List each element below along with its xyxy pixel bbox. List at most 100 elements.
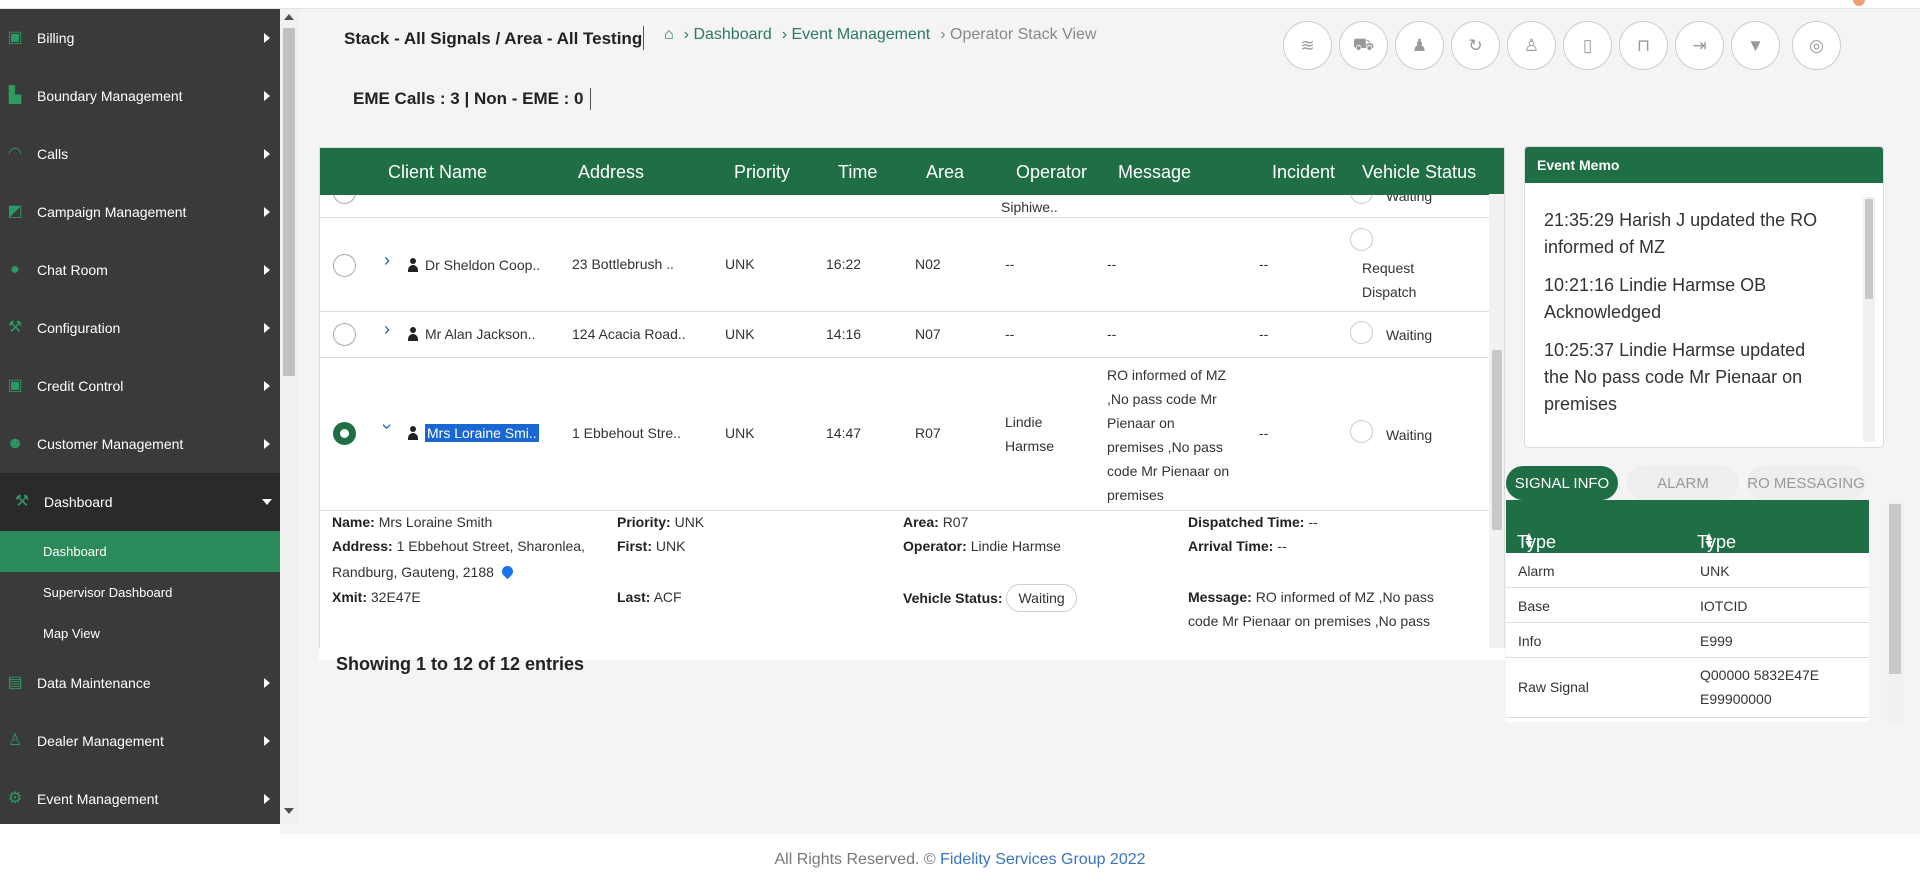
cell-address: 124 Acacia Road..	[572, 326, 686, 342]
sidebar-item-boundary-management[interactable]: ▙ Boundary Management	[0, 67, 280, 125]
filter-icon[interactable]: ▼	[1731, 21, 1780, 70]
sidebar-subitem-dashboard[interactable]: Dashboard	[0, 531, 280, 572]
detail-last: Last: ACF	[617, 589, 682, 605]
car-icon[interactable]: ⛟	[1339, 21, 1388, 70]
billing-icon: ▣	[7, 29, 23, 46]
tab-ro-messaging[interactable]: RO MESSAGING	[1746, 466, 1866, 500]
cell-operator: --	[1005, 326, 1015, 342]
col-area[interactable]: Area	[926, 162, 964, 183]
cell-priority: UNK	[725, 326, 755, 342]
cell-message: code Mr Pienaar on	[1107, 463, 1230, 479]
sidebar-scrollbar-thumb[interactable]	[283, 28, 295, 376]
detail-first: First: UNK	[617, 538, 686, 554]
sidebar-item-event-management[interactable]: ⚙ Event Management	[0, 770, 280, 824]
col-client-name[interactable]: Client Name	[388, 162, 487, 183]
lock-icon[interactable]: ⊓	[1619, 21, 1668, 70]
stack-icon[interactable]: ≋	[1283, 21, 1332, 70]
col-time[interactable]: Time	[838, 162, 877, 183]
sort-icon[interactable]: ▲ ▼	[1523, 530, 1535, 550]
refresh-icon[interactable]: ↻	[1451, 21, 1500, 70]
chevron-right-icon[interactable]: ›	[384, 319, 390, 340]
sidebar-item-campaign-management[interactable]: ◩ Campaign Management	[0, 183, 280, 241]
row-radio[interactable]	[333, 323, 356, 346]
col-vehicle-status[interactable]: Vehicle Status	[1362, 162, 1476, 183]
contact-icon[interactable]: ▯	[1563, 21, 1612, 70]
col-operator[interactable]: Operator	[1016, 162, 1087, 183]
operator-icon[interactable]: ♟	[1395, 21, 1444, 70]
footer-link[interactable]: Fidelity Services Group 2022	[940, 851, 1145, 868]
call-counts: EME Calls : 3 | Non - EME : 0	[353, 89, 584, 108]
detail-address-2: Randburg, Gauteng, 2188	[332, 560, 516, 584]
toolbar: ≋ ⛟ ♟ ↻ ♙ ▯ ⊓ ⇥ ▼ ◎	[1283, 21, 1848, 70]
sidebar-item-credit-control[interactable]: ▣ Credit Control	[0, 357, 280, 415]
table-row[interactable]: Siphiwe.. Waiting	[320, 195, 1490, 218]
memo-entry: 10:25:37 Lindie Harmse updated the No pas…	[1544, 340, 1806, 414]
sidebar-subitem-supervisor-dashboard[interactable]: Supervisor Dashboard	[0, 572, 280, 613]
cell-client: Mrs Loraine Smi..	[425, 424, 539, 442]
campaign-icon: ◩	[7, 203, 23, 220]
user-icon: ♙	[7, 732, 23, 749]
user-lock-icon[interactable]: ♙	[1507, 21, 1556, 70]
sidebar-item-chat-room[interactable]: ● Chat Room	[0, 241, 280, 299]
cell-message: --	[1107, 326, 1117, 342]
row-radio[interactable]	[333, 254, 356, 277]
person-icon	[407, 258, 419, 272]
sidebar-subitem-map-view[interactable]: Map View	[0, 613, 280, 654]
sidebar-item-configuration[interactable]: ⚒ Configuration	[0, 299, 280, 357]
breadcrumb: ⌂ › Dashboard › Event Management › Opera…	[664, 26, 1096, 44]
wrench-icon: ⚒	[7, 319, 23, 336]
row-radio-selected[interactable]	[333, 422, 356, 445]
chevron-right-icon[interactable]: ›	[384, 250, 390, 271]
col-priority[interactable]: Priority	[734, 162, 790, 183]
sidebar-item-label: Customer Management	[37, 436, 184, 452]
memo-entry: 21:35:29 Harish J updated the RO informed…	[1544, 210, 1818, 257]
signal-row: Info E999	[1506, 623, 1869, 658]
col-incident[interactable]: Incident	[1272, 162, 1335, 183]
target-icon[interactable]: ◎	[1792, 21, 1841, 70]
sidebar-item-data-maintenance[interactable]: ▤ Data Maintenance	[0, 654, 280, 712]
cell-type: Alarm	[1518, 563, 1555, 579]
cell-vehicle: Waiting	[1386, 327, 1433, 343]
detail-priority: Priority: UNK	[617, 514, 705, 530]
breadcrumb-dashboard[interactable]: › Dashboard	[684, 26, 772, 44]
row-radio[interactable]	[333, 195, 356, 204]
sidebar-item-dashboard[interactable]: ⚒ Dashboard	[0, 473, 280, 531]
cell-message: premises	[1107, 487, 1164, 503]
sidebar-item-label: Data Maintenance	[37, 675, 151, 691]
table-row-selected[interactable]: › Mrs Loraine Smi.. 1 Ebbehout Stre.. UN…	[320, 358, 1490, 511]
table-scrollbar-thumb[interactable]	[1492, 350, 1502, 530]
location-pin-icon[interactable]	[499, 563, 516, 580]
detail-message-2: code Mr Pienaar on premises ,No pass	[1188, 613, 1430, 629]
caret-down-icon	[262, 499, 272, 505]
tab-signal-info[interactable]: SIGNAL INFO	[1506, 466, 1618, 500]
sidebar-item-dealer-management[interactable]: ♙ Dealer Management	[0, 712, 280, 770]
memo-entry: 10:21:16 Lindie Harmse OB Acknowledged	[1544, 275, 1767, 322]
sidebar-item-label: Boundary Management	[37, 88, 183, 104]
col-address[interactable]: Address	[578, 162, 644, 183]
sidebar-menu: ▣ Billing ▙ Boundary Management ◠ Calls ◩ Ca…	[0, 9, 280, 824]
col-message[interactable]: Message	[1118, 162, 1191, 183]
table-row[interactable]: › Mr Alan Jackson.. 124 Acacia Road.. UN…	[320, 312, 1490, 358]
scroll-up-icon[interactable]	[284, 14, 294, 20]
sidebar-item-billing[interactable]: ▣ Billing	[0, 9, 280, 67]
breadcrumb-event-management[interactable]: › Event Management	[782, 26, 931, 44]
status-circle	[1350, 321, 1373, 344]
chevron-down-icon[interactable]: ›	[377, 424, 398, 430]
sidebar-item-customer-management[interactable]: ☻ Customer Management	[0, 415, 280, 473]
signal-scrollbar-thumb[interactable]	[1889, 504, 1901, 674]
cell-client: Mr Alan Jackson..	[425, 326, 536, 342]
home-icon[interactable]: ⌂	[664, 26, 674, 44]
cell-type: Info	[1518, 633, 1542, 649]
signal-tabs: SIGNAL INFO ALARM RO MESSAGING	[1506, 466, 1873, 500]
table-row[interactable]: › Dr Sheldon Coop.. 23 Bottlebrush .. UN…	[320, 218, 1490, 312]
sidebar-item-calls[interactable]: ◠ Calls	[0, 125, 280, 183]
signal-info-table: Type ▲ ▼ Type Desc ▲ ▼ Alarm UNK Base IOTCID…	[1506, 500, 1869, 722]
logout-icon[interactable]: ⇥	[1675, 21, 1724, 70]
memo-scrollbar-thumb[interactable]	[1865, 199, 1873, 299]
scroll-down-icon[interactable]	[284, 808, 294, 814]
detail-address: Address: 1 Ebbehout Street, Sharonlea,	[332, 538, 585, 554]
tab-alarm[interactable]: ALARM	[1627, 466, 1739, 500]
cell-vehicle: Dispatch	[1362, 284, 1417, 300]
sort-icon[interactable]: ▲ ▼	[1703, 530, 1715, 550]
cell-incident: --	[1259, 256, 1269, 272]
